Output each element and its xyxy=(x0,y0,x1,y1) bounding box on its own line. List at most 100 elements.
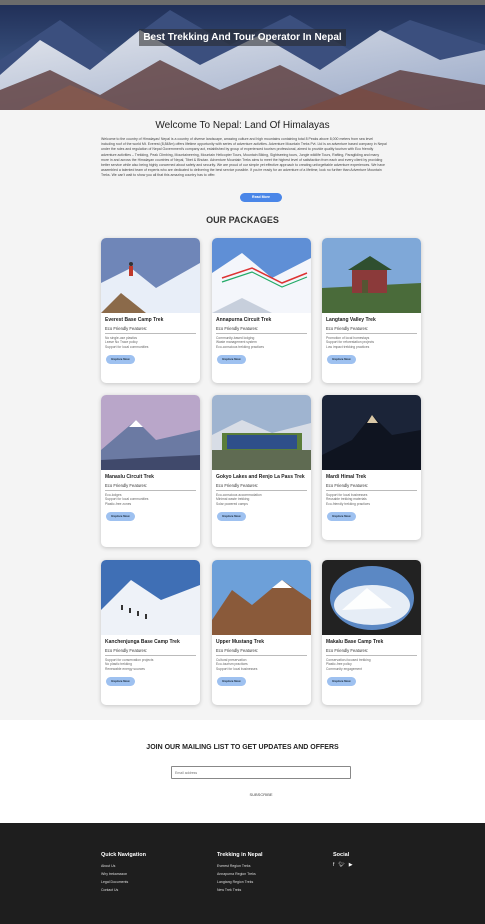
footer-quick-nav-title: Quick Navigation xyxy=(101,852,146,858)
mailing-title: JOIN OUR MAILING LIST TO GET UPDATES AND… xyxy=(146,744,339,751)
footer-link-langtang[interactable]: Langtang Region Treks xyxy=(217,878,263,886)
package-title: Annapurna Circuit Trek xyxy=(216,317,272,323)
explore-now-button[interactable]: Explore Now xyxy=(106,677,135,687)
package-features-label: Eco Friendly Features: xyxy=(105,482,148,488)
package-card[interactable]: Makalu Base Camp Trek Eco Friendly Featur… xyxy=(322,560,421,705)
package-image xyxy=(101,238,200,313)
welcome-section: Welcome To Nepal: Land Of Himalayas Welc… xyxy=(0,110,485,213)
package-features-list: Community-based lodging Waste management … xyxy=(212,336,311,350)
divider xyxy=(216,489,307,491)
package-features-label: Eco Friendly Features: xyxy=(216,647,259,653)
package-features-label: Eco Friendly Features: xyxy=(105,325,148,331)
package-feature: Plastic-free zones xyxy=(105,501,132,506)
package-features-label: Eco Friendly Features: xyxy=(326,647,369,653)
package-features-label: Eco Friendly Features: xyxy=(216,482,259,488)
welcome-title: Welcome To Nepal: Land Of Himalayas xyxy=(155,120,330,131)
package-feature: Support for local communities xyxy=(105,344,149,349)
package-card[interactable]: Kanchenjunga Base Camp Trek Eco Friendly … xyxy=(101,560,200,705)
footer-link-legal[interactable]: Legal Documents xyxy=(101,878,146,886)
package-image xyxy=(322,395,421,470)
divider xyxy=(326,654,417,656)
package-feature: Eco-friendly trekking practices xyxy=(326,501,370,506)
hero-title: Best Trekking And Tour Operator In Nepal xyxy=(139,29,346,46)
social-icons: f 🐦︎ ▶ xyxy=(333,862,353,868)
twitter-icon[interactable]: 🐦︎ xyxy=(338,862,344,868)
package-card[interactable]: Manaslu Circuit Trek Eco Friendly Feature… xyxy=(101,395,200,547)
youtube-icon[interactable]: ▶ xyxy=(349,862,353,868)
package-image xyxy=(101,560,200,635)
package-card[interactable]: Mardi Himal Trek Eco Friendly Features: Su… xyxy=(322,395,421,540)
divider xyxy=(105,332,196,334)
explore-now-button[interactable]: Explore Now xyxy=(217,355,246,365)
explore-now-button[interactable]: Explore Now xyxy=(327,677,356,687)
package-image xyxy=(212,395,311,470)
subscribe-button[interactable]: SUBSCRIBE xyxy=(236,792,286,797)
package-title: Kanchenjunga Base Camp Trek xyxy=(105,639,180,645)
divider xyxy=(105,489,196,491)
footer-link-new-trek[interactable]: New Trek Treks xyxy=(217,886,263,894)
package-title: Makalu Base Camp Trek xyxy=(326,639,384,645)
footer-link-contact[interactable]: Contact Us xyxy=(101,886,146,894)
package-feature: Community engagement xyxy=(326,666,362,671)
package-features-label: Eco Friendly Features: xyxy=(216,325,259,331)
package-features-label: Eco Friendly Features: xyxy=(105,647,148,653)
divider xyxy=(326,332,417,334)
package-features-list: Cultural preservation Eco-tourism practic… xyxy=(212,658,311,672)
divider xyxy=(326,489,417,491)
explore-now-button[interactable]: Explore Now xyxy=(217,512,246,522)
package-title: Mardi Himal Trek xyxy=(326,474,367,480)
package-title: Upper Mustang Trek xyxy=(216,639,265,645)
explore-now-button[interactable]: Explore Now xyxy=(327,512,356,522)
package-features-list: Conservation-focused trekking Plastic-fre… xyxy=(322,658,421,672)
package-title: Gokyo Lakes and Renjo La Pass Trek xyxy=(216,474,305,480)
package-title: Langtang Valley Trek xyxy=(326,317,376,323)
footer-quick-nav: Quick Navigation About Us Why trekamazon… xyxy=(101,852,146,894)
footer-link-about[interactable]: About Us xyxy=(101,862,146,870)
package-title: Everest Base Camp Trek xyxy=(105,317,164,323)
facebook-icon[interactable]: f xyxy=(333,862,334,868)
package-image xyxy=(322,238,421,313)
hero-mountain-image xyxy=(0,0,485,110)
package-card[interactable]: Everest Base Camp Trek Eco Friendly Featu… xyxy=(101,238,200,383)
package-card[interactable]: Upper Mustang Trek Eco Friendly Features:… xyxy=(212,560,311,705)
explore-now-button[interactable]: Explore Now xyxy=(327,355,356,365)
package-image xyxy=(322,560,421,635)
footer-link-annapurna[interactable]: Annapurna Region Treks xyxy=(217,870,263,878)
footer-link-why[interactable]: Why trekamazon xyxy=(101,870,146,878)
footer-link-everest[interactable]: Everest Region Treks xyxy=(217,862,263,870)
footer-social: Social f 🐦︎ ▶ xyxy=(333,852,353,868)
footer-trekking-title: Trekking in Nepal xyxy=(217,852,263,858)
packages-title: OUR PACKAGES xyxy=(206,215,279,225)
package-feature: Support for local businesses xyxy=(216,666,258,671)
package-features-list: Support for conservation projects No plas… xyxy=(101,658,200,672)
welcome-text: Welcome to the country of Himalayas! Nep… xyxy=(101,137,387,178)
explore-now-button[interactable]: Explore Now xyxy=(106,512,135,522)
explore-now-button[interactable]: Explore Now xyxy=(217,677,246,687)
explore-now-button[interactable]: Explore Now xyxy=(106,355,135,365)
footer: Quick Navigation About Us Why trekamazon… xyxy=(0,823,485,924)
package-feature: Solar powered camps xyxy=(216,501,248,506)
divider xyxy=(105,654,196,656)
package-features-list: Eco-lodges Support for local communities P… xyxy=(101,493,200,507)
package-feature: Low impact trekking practices xyxy=(326,344,370,349)
package-image xyxy=(212,560,311,635)
package-features-list: Support for local businesses Reusable tre… xyxy=(322,493,421,507)
package-card[interactable]: Langtang Valley Trek Eco Friendly Feature… xyxy=(322,238,421,383)
package-image xyxy=(101,395,200,470)
package-feature: Eco-conscious trekking practices xyxy=(216,344,265,349)
package-feature: Renewable energy sources xyxy=(105,666,145,671)
hero-banner: Best Trekking And Tour Operator In Nepal xyxy=(0,0,485,110)
divider xyxy=(216,332,307,334)
package-image xyxy=(212,238,311,313)
email-input[interactable] xyxy=(171,766,351,779)
hero-title-wrap: Best Trekking And Tour Operator In Nepal xyxy=(0,27,485,46)
package-features-list: Eco-conscious accommodation Minimal waste… xyxy=(212,493,311,507)
package-title: Manaslu Circuit Trek xyxy=(105,474,154,480)
read-more-button[interactable]: Read More xyxy=(240,193,282,202)
package-card[interactable]: Annapurna Circuit Trek Eco Friendly Featu… xyxy=(212,238,311,383)
footer-trekking: Trekking in Nepal Everest Region Treks A… xyxy=(217,852,263,894)
divider xyxy=(216,654,307,656)
package-features-label: Eco Friendly Features: xyxy=(326,482,369,488)
package-features-label: Eco Friendly Features: xyxy=(326,325,369,331)
package-card[interactable]: Gokyo Lakes and Renjo La Pass Trek Eco Fr… xyxy=(212,395,311,547)
